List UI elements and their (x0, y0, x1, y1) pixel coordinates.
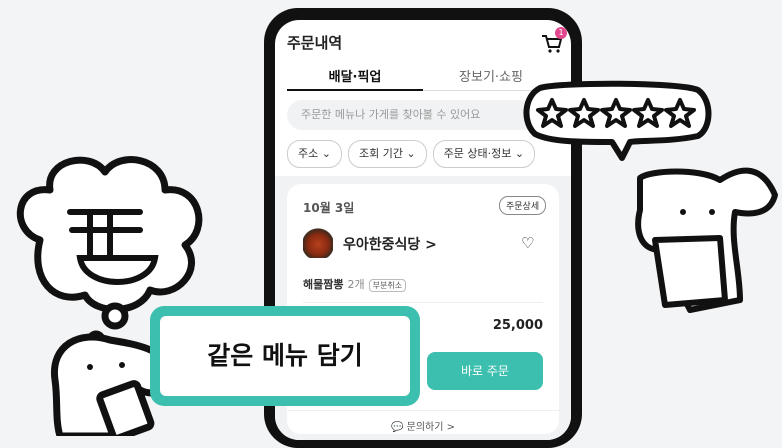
character-eye (119, 362, 125, 368)
add-same-menu-label: 같은 메뉴 담기 (207, 341, 363, 370)
reviewer-character (635, 167, 778, 313)
character-eye (709, 209, 715, 215)
character-eye (680, 209, 686, 215)
character-eye (87, 364, 93, 370)
